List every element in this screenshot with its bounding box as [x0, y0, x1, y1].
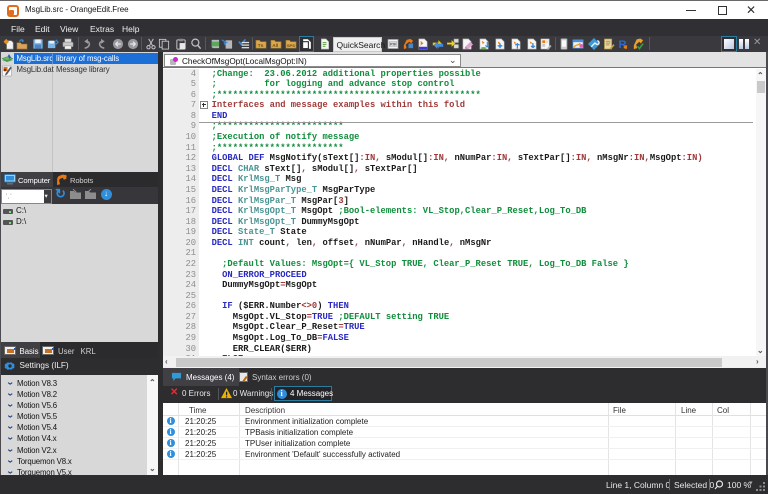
svg-text:Tn: Tn	[258, 43, 264, 48]
svg-text:SPS: SPS	[287, 43, 295, 48]
svg-text:All: All	[272, 43, 278, 48]
svg-text:PTF: PTF	[390, 43, 396, 47]
